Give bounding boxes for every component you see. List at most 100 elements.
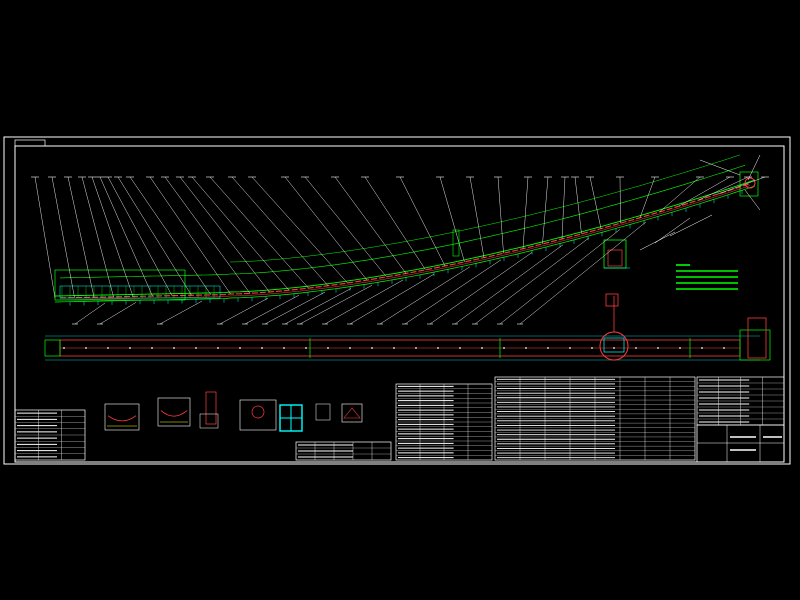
leader-top bbox=[522, 176, 529, 249]
plan-idler bbox=[261, 347, 263, 349]
belt-detail-line-2 bbox=[59, 185, 751, 301]
leader-top bbox=[284, 176, 368, 281]
leader-top bbox=[364, 176, 426, 270]
plan-idler bbox=[305, 347, 307, 349]
leader-bottom bbox=[219, 297, 269, 325]
plan-idler bbox=[85, 347, 87, 349]
plan-idler bbox=[129, 347, 131, 349]
leader-top bbox=[67, 176, 95, 298]
leader-bottom bbox=[244, 294, 300, 325]
plan-idler bbox=[371, 347, 373, 349]
drive-station-inner bbox=[607, 249, 623, 267]
plan-idler bbox=[547, 347, 549, 349]
detail-section-1 bbox=[104, 403, 140, 431]
leader-top bbox=[99, 176, 153, 297]
detail-box-mark bbox=[343, 407, 361, 419]
leader-top bbox=[497, 176, 504, 254]
leader-right bbox=[669, 214, 713, 237]
plan-idler bbox=[701, 347, 703, 349]
plan-end-station bbox=[739, 329, 771, 361]
leader-top bbox=[91, 176, 134, 297]
leader-top bbox=[231, 176, 329, 286]
title-block-grid bbox=[696, 376, 785, 426]
leader-bottom bbox=[379, 266, 471, 325]
legend-table-grid bbox=[14, 409, 86, 461]
plan-idler bbox=[723, 347, 725, 349]
plan-idler bbox=[657, 347, 659, 349]
leader-bottom bbox=[454, 244, 564, 325]
leader-bottom bbox=[404, 259, 502, 325]
summary-table bbox=[295, 441, 392, 461]
leader-top bbox=[399, 176, 446, 267]
plan-drive-tag bbox=[605, 293, 619, 307]
plan-idler bbox=[525, 347, 527, 349]
plan-idler bbox=[195, 347, 197, 349]
technical-notes bbox=[676, 264, 738, 290]
detail-drive bbox=[239, 399, 277, 431]
cad-drawing-canvas bbox=[3, 136, 791, 465]
leader-top bbox=[209, 176, 309, 289]
leader-bottom bbox=[429, 252, 533, 325]
leader-top bbox=[251, 176, 348, 284]
title-block bbox=[696, 424, 785, 463]
section-details bbox=[104, 391, 363, 432]
parts-table-1 bbox=[395, 383, 493, 461]
leader-top bbox=[117, 176, 192, 296]
plan-idler bbox=[679, 347, 681, 349]
leader-top bbox=[164, 176, 251, 294]
plan-idler bbox=[283, 347, 285, 349]
plan-idler bbox=[503, 347, 505, 349]
leader-bottom bbox=[264, 291, 326, 325]
plan-idler bbox=[437, 347, 439, 349]
leader-top bbox=[51, 176, 75, 298]
plan-idler bbox=[327, 347, 329, 349]
leader-right bbox=[639, 231, 676, 251]
title-block-main bbox=[696, 424, 785, 463]
leader-top bbox=[129, 176, 212, 296]
drawing-tab bbox=[14, 139, 46, 147]
plan-end-station bbox=[44, 339, 61, 357]
leader-top bbox=[439, 176, 465, 262]
belt-detail-line bbox=[59, 183, 751, 299]
plan-idler bbox=[349, 347, 351, 349]
leader-right bbox=[699, 159, 741, 176]
leader-top bbox=[542, 176, 549, 244]
plan-idler bbox=[107, 347, 109, 349]
leader-top bbox=[34, 176, 56, 299]
leader-top bbox=[334, 176, 407, 274]
leader-top bbox=[574, 176, 582, 234]
leader-top bbox=[561, 176, 566, 239]
plan-idler bbox=[569, 347, 571, 349]
detail-drive-pulley bbox=[251, 405, 265, 419]
detail-bracket bbox=[315, 403, 331, 421]
leader-right bbox=[654, 217, 691, 244]
parts-table-2 bbox=[494, 376, 696, 461]
plan-idler bbox=[613, 347, 615, 349]
plan-idler bbox=[481, 347, 483, 349]
leader-bottom bbox=[99, 302, 137, 325]
leader-top bbox=[659, 176, 701, 213]
leader-top bbox=[149, 176, 231, 295]
plan-idler bbox=[635, 347, 637, 349]
plan-idler bbox=[459, 347, 461, 349]
plan-idler bbox=[173, 347, 175, 349]
plan-head-frame bbox=[747, 317, 767, 359]
plan-idler bbox=[415, 347, 417, 349]
plan-idler bbox=[63, 347, 65, 349]
leader-bottom bbox=[74, 302, 106, 325]
plan-idler bbox=[591, 347, 593, 349]
leader-top bbox=[619, 176, 621, 224]
leader-top bbox=[469, 176, 485, 258]
detail-section-2 bbox=[157, 397, 191, 427]
detail-pin bbox=[205, 391, 217, 425]
parts-tables bbox=[14, 376, 785, 461]
detail-box bbox=[341, 403, 363, 423]
drive-station bbox=[603, 239, 627, 269]
conveyor-profile-view bbox=[54, 154, 759, 306]
plan-idler bbox=[217, 347, 219, 349]
plan-idler bbox=[151, 347, 153, 349]
leader-top bbox=[678, 176, 731, 207]
detail-pin-base bbox=[199, 413, 219, 429]
leader-top bbox=[81, 176, 114, 297]
detail-trough bbox=[107, 415, 137, 422]
